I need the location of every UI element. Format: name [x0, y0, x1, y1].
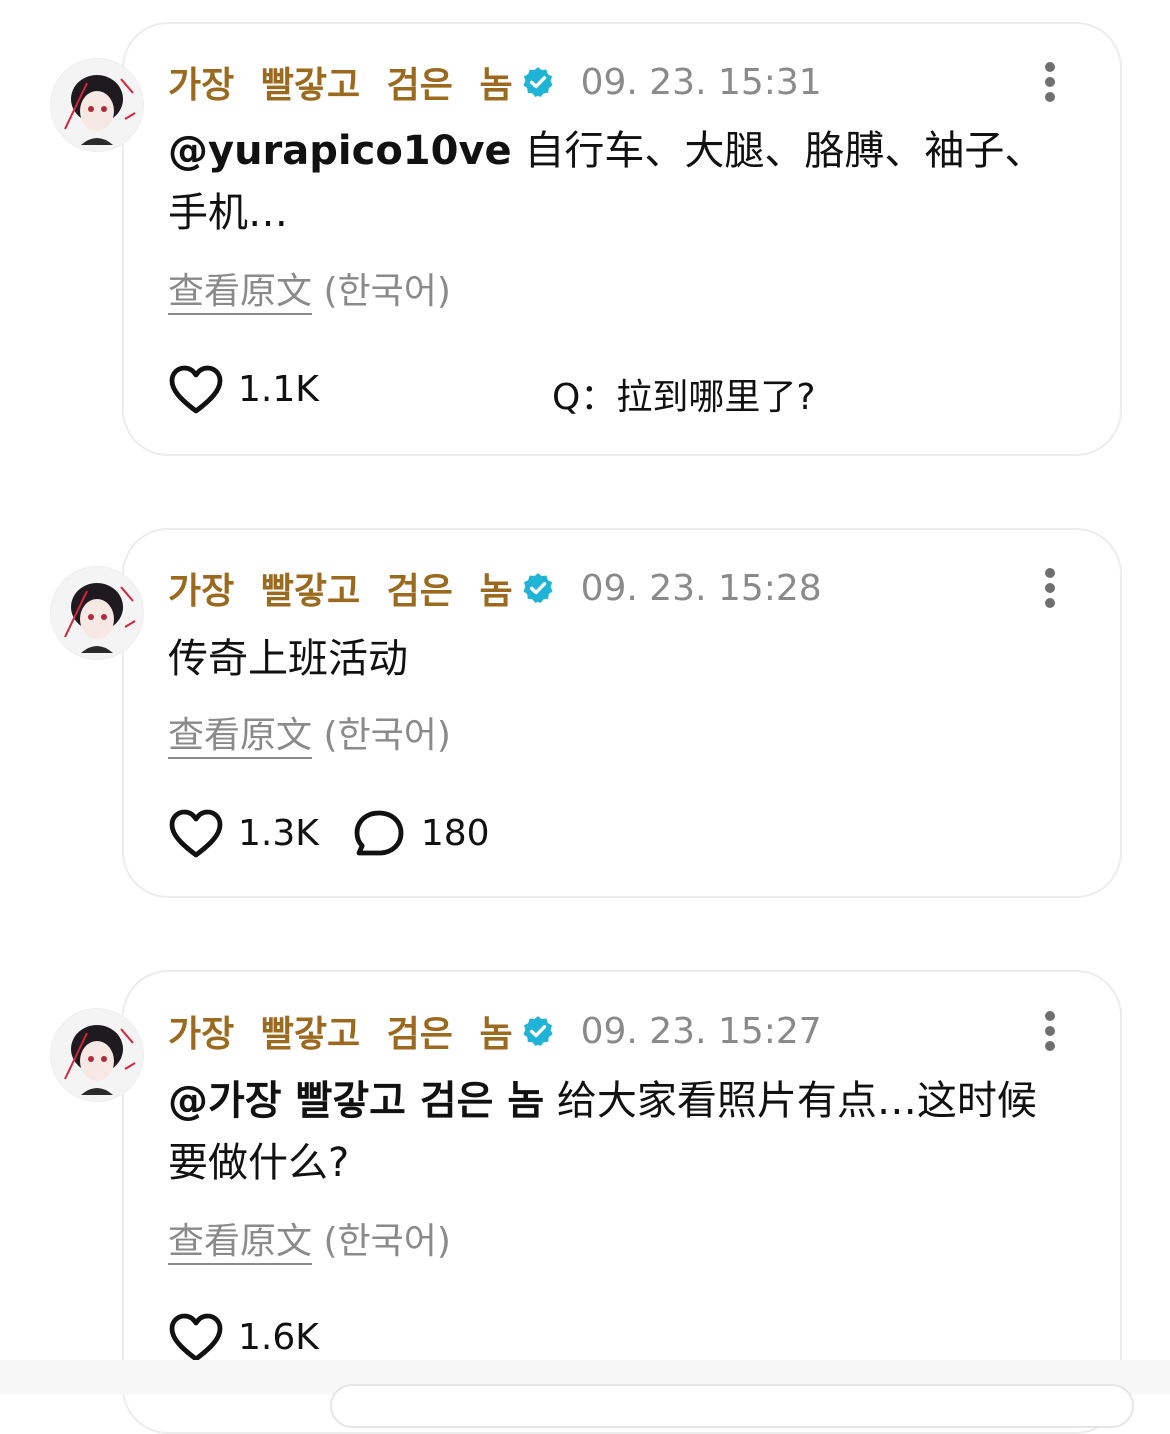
verified-badge-icon: [522, 1016, 553, 1047]
verified-badge-icon: [522, 67, 553, 98]
heart-icon: [169, 1313, 223, 1362]
post-text: 传奇上班活动: [168, 628, 1048, 690]
author-name[interactable]: 가장 빨갛고 검은 놈: [168, 56, 513, 108]
like-button[interactable]: 1.1K: [168, 363, 319, 415]
more-vertical-icon[interactable]: [1036, 58, 1064, 106]
post-header: 가장 빨갛고 검은 놈 09. 23. 15:28: [168, 560, 822, 616]
post-actions: 1.1K: [168, 360, 351, 418]
overlay-caption: Q：拉到哪里了?: [552, 377, 816, 418]
post-actions: 1.6K: [168, 1308, 351, 1366]
post-header: 가장 빨갛고 검은 놈 09. 23. 15:27: [168, 1003, 822, 1059]
reply-count: 180: [420, 812, 490, 854]
post-body-text: 传奇上班活动: [168, 636, 408, 682]
bottom-pill[interactable]: [330, 1384, 1134, 1428]
mention-link[interactable]: @가장 빨갛고 검은 놈: [168, 1078, 544, 1124]
avatar[interactable]: [50, 1008, 144, 1102]
avatar[interactable]: [50, 58, 144, 152]
post-actions: 1.3K 180: [168, 804, 522, 862]
original-language: (한국어): [312, 1221, 451, 1262]
view-original-link[interactable]: 查看原文: [168, 1221, 312, 1262]
translate-row: 查看原文 (한국어): [168, 1212, 451, 1264]
mention-link[interactable]: @yurapico10ve: [168, 128, 512, 174]
heart-icon: [169, 365, 223, 414]
author-name[interactable]: 가장 빨갛고 검은 놈: [168, 1005, 513, 1057]
original-language: (한국어): [312, 271, 451, 312]
heart-icon: [169, 809, 223, 858]
view-original-link[interactable]: 查看原文: [168, 715, 312, 756]
more-vertical-icon[interactable]: [1036, 1007, 1064, 1055]
like-button[interactable]: 1.6K: [168, 1311, 319, 1363]
like-count: 1.3K: [238, 812, 319, 854]
translate-row: 查看原文 (한국어): [168, 262, 451, 314]
author-name[interactable]: 가장 빨갛고 검은 놈: [168, 562, 513, 614]
like-count: 1.1K: [238, 368, 319, 410]
more-vertical-icon[interactable]: [1036, 564, 1064, 612]
post-text: @가장 빨갛고 검은 놈 给大家看照片有点…这时候要做什么?: [168, 1070, 1048, 1194]
post-text: @yurapico10ve 自行车、大腿、胳膊、袖子、手机…: [168, 120, 1048, 244]
translate-row: 查看原文 (한국어): [168, 706, 451, 758]
speech-bubble-icon: [354, 810, 404, 856]
post-timestamp: 09. 23. 15:31: [580, 61, 822, 103]
view-original-link[interactable]: 查看原文: [168, 271, 312, 312]
verified-badge-icon: [522, 573, 553, 604]
avatar[interactable]: [50, 566, 144, 660]
like-count: 1.6K: [238, 1316, 319, 1358]
like-button[interactable]: 1.3K: [168, 807, 319, 859]
post-header: 가장 빨갛고 검은 놈 09. 23. 15:31: [168, 54, 822, 110]
original-language: (한국어): [312, 715, 451, 756]
post-timestamp: 09. 23. 15:27: [580, 1010, 822, 1052]
post-timestamp: 09. 23. 15:28: [580, 567, 822, 609]
reply-button[interactable]: 180: [351, 807, 490, 859]
